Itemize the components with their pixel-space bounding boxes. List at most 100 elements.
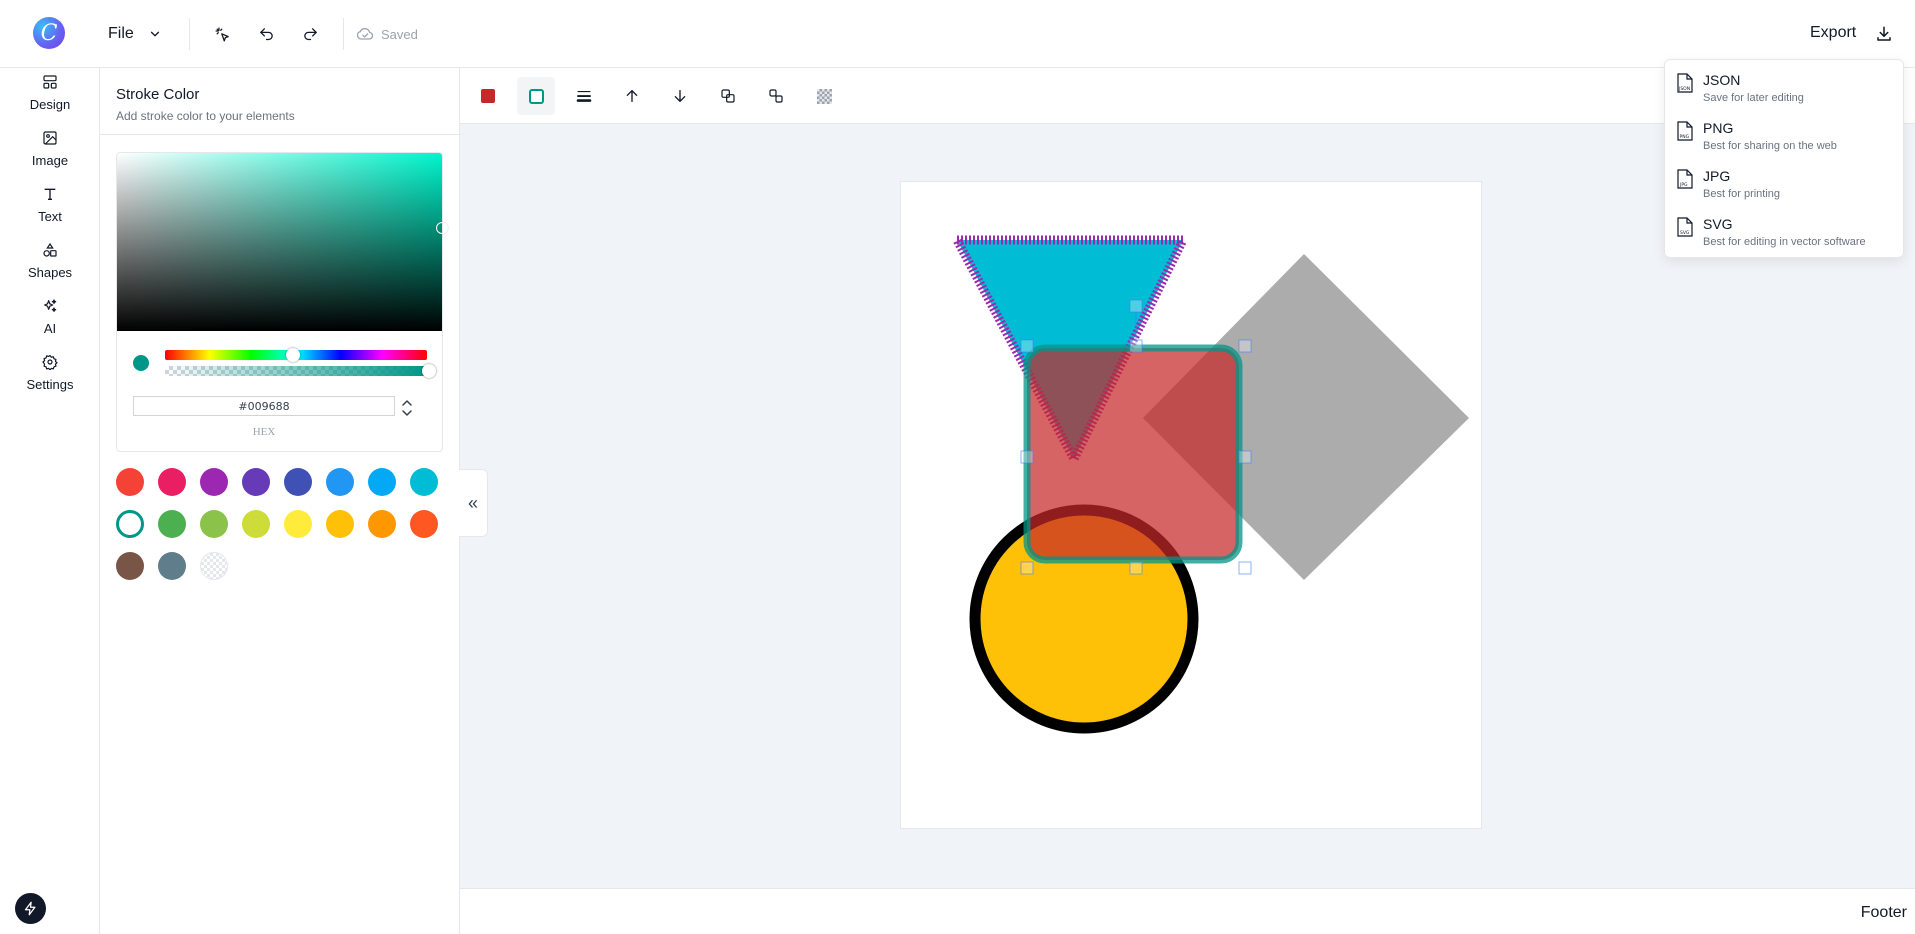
send-backward-icon[interactable] [661,77,699,115]
fill-color-button[interactable] [469,77,507,115]
export-json-option[interactable]: JSON JSON Save for later editing [1675,64,1897,108]
swatch[interactable] [368,510,396,538]
swatch[interactable] [116,552,144,580]
alpha-slider-handle[interactable] [422,364,436,378]
download-icon[interactable] [1872,22,1896,46]
saturation-area[interactable] [117,153,442,331]
nav-item-image[interactable]: Image [0,130,100,182]
svg-file-icon: SVG [1677,217,1693,237]
panel-title: Stroke Color [116,86,200,103]
nav-item-settings[interactable]: Settings [0,354,100,406]
undo-icon[interactable] [254,22,278,46]
swatch[interactable] [368,468,396,496]
bring-forward-icon[interactable] [613,77,651,115]
checkerboard [816,88,832,104]
svg-text:SVG: SVG [1680,230,1690,236]
export-png-option[interactable]: PNG PNG Best for sharing on the web [1675,112,1897,156]
swatch[interactable] [116,468,144,496]
svg-text:JSON: JSON [1678,86,1690,92]
hex-input[interactable] [133,396,395,416]
stroke-color-panel: Stroke Color Add stroke color to your el… [100,68,460,934]
image-icon [43,131,57,145]
export-svg-option[interactable]: SVG SVG Best for editing in vector softw… [1675,208,1897,252]
swatch[interactable] [158,510,186,538]
swatch[interactable] [410,468,438,496]
swatch[interactable] [158,468,186,496]
top-bar: C File Saved Export [0,0,1915,68]
save-status: Saved [355,24,418,44]
swatch[interactable] [158,552,186,580]
panel-subtitle: Add stroke color to your elements [116,109,295,123]
footer-label: Footer [1860,904,1907,921]
nav-item-shapes[interactable]: Shapes [0,242,100,294]
file-menu-label: File [108,25,134,42]
collapse-panel-button[interactable]: « [459,469,488,537]
format-toggle-icon[interactable] [401,397,413,419]
swatch[interactable] [410,510,438,538]
nav-label: Text [38,209,62,224]
group-icon[interactable] [709,77,747,115]
gear-icon [42,354,58,370]
nav-item-design[interactable]: Design [0,74,100,126]
swatch-selected[interactable] [116,510,144,538]
json-file-icon: JSON [1677,73,1693,93]
nav-label: Shapes [27,265,73,280]
redo-icon[interactable] [298,22,322,46]
canvas-shapes [949,235,1469,734]
stroke-color-chip [528,88,544,104]
current-color-preview [133,355,149,371]
stroke-color-button[interactable] [517,77,555,115]
menu-item-desc: Best for sharing on the web [1703,140,1837,152]
nav-label: Settings [26,377,74,392]
jpg-file-icon: JPG [1677,169,1693,189]
transparency-icon[interactable] [805,77,843,115]
panel-header: Stroke Color Add stroke color to your el… [100,68,459,135]
nav-label: Image [31,153,69,168]
swatch[interactable] [326,468,354,496]
swatch[interactable] [200,468,228,496]
nav-item-ai[interactable]: AI [0,298,100,350]
menu-item-desc: Best for editing in vector software [1703,236,1866,248]
lightning-icon[interactable] [15,893,46,924]
ungroup-icon[interactable] [757,77,795,115]
color-picker: HEX [116,152,448,452]
sparkles-icon [44,299,57,312]
save-status-label: Saved [381,26,418,42]
export-button[interactable]: Export [1810,24,1856,42]
swatch[interactable] [242,468,270,496]
fill-color-chip [481,89,495,103]
nav-label: AI [43,321,57,336]
text-icon [44,188,56,200]
stroke-width-icon[interactable] [565,77,603,115]
svg-text:JPG: JPG [1679,182,1688,188]
swatch[interactable] [326,510,354,538]
saturation-cursor[interactable] [436,222,448,234]
menu-item-desc: Save for later editing [1703,92,1804,104]
hue-slider-handle[interactable] [286,348,300,362]
swatch[interactable] [242,510,270,538]
file-menu-button[interactable]: File [108,20,162,48]
alpha-slider[interactable] [165,366,427,376]
select-pointer-icon[interactable] [210,22,234,46]
export-menu: JSON JSON Save for later editing PNG PNG… [1664,59,1904,258]
chevron-down-icon [150,31,159,37]
app-logo[interactable]: C [33,17,65,49]
swatch[interactable] [284,468,312,496]
cloud-icon [356,28,374,40]
menu-item-desc: Best for printing [1703,188,1781,200]
hex-label: HEX [252,426,276,438]
nav-label: Design [29,97,71,112]
swatch-transparent[interactable] [200,552,228,580]
rounded-square-shape[interactable] [1023,344,1243,564]
menu-item-title: PNG [1703,120,1734,136]
export-jpg-option[interactable]: JPG JPG Best for printing [1675,160,1897,204]
menu-item-title: SVG [1703,216,1733,232]
swatch[interactable] [284,510,312,538]
swatch[interactable] [200,510,228,538]
nav-item-text[interactable]: Text [0,186,100,238]
footer: Footer [460,888,1915,934]
divider [189,18,190,50]
artboard[interactable] [900,181,1482,829]
left-nav: Design Image Text Shapes AI Settings [0,68,100,934]
layout-icon [43,75,57,89]
